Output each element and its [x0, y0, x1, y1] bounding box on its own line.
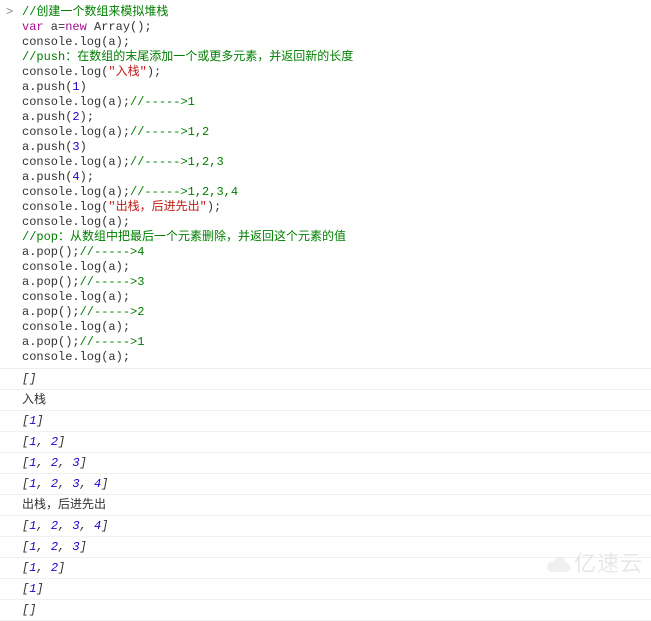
console-output-line[interactable]: [1] — [0, 411, 651, 432]
code-line: console.log(a); — [22, 34, 651, 49]
code-line: console.log(a); — [22, 214, 651, 229]
console-output-line[interactable]: [1, 2, 3, 4] — [0, 474, 651, 495]
console-output-line[interactable]: [1] — [0, 579, 651, 600]
code-line: //pop：从数组中把最后一个元素删除，并返回这个元素的值 — [22, 229, 651, 244]
code-line: console.log(a);//----->1,2 — [22, 124, 651, 139]
code-line: console.log(a); — [22, 289, 651, 304]
code-line: var a=new Array(); — [22, 19, 651, 34]
console-output-line[interactable]: [1, 2] — [0, 558, 651, 579]
console-output-line[interactable]: 入栈 — [0, 390, 651, 411]
console-output-line[interactable]: [1, 2] — [0, 432, 651, 453]
console-output-line[interactable]: [1, 2, 3] — [0, 453, 651, 474]
code-line: a.push(1) — [22, 79, 651, 94]
code-line: a.pop();//----->3 — [22, 274, 651, 289]
console-output-line[interactable]: [1, 2, 3] — [0, 537, 651, 558]
console-output-line[interactable]: [] — [0, 369, 651, 390]
code-line: a.push(3) — [22, 139, 651, 154]
code-line: a.pop();//----->2 — [22, 304, 651, 319]
console-output-line[interactable]: [] — [0, 600, 651, 621]
console-output-line[interactable]: [1, 2, 3, 4] — [0, 516, 651, 537]
code-line: console.log("入栈"); — [22, 64, 651, 79]
code-line: console.log(a);//----->1,2,3,4 — [22, 184, 651, 199]
code-line: console.log("出栈，后进先出"); — [22, 199, 651, 214]
code-line: console.log(a); — [22, 349, 651, 364]
code-line: console.log(a);//----->1 — [22, 94, 651, 109]
code-line: //创建一个数组来模拟堆栈 — [22, 4, 651, 19]
code-line: console.log(a); — [22, 259, 651, 274]
code-line: console.log(a); — [22, 319, 651, 334]
code-line: a.push(4); — [22, 169, 651, 184]
code-line: //push：在数组的末尾添加一个或更多元素，并返回新的长度 — [22, 49, 651, 64]
code-line: a.pop();//----->4 — [22, 244, 651, 259]
code-line: a.pop();//----->1 — [22, 334, 651, 349]
code-line: a.push(2); — [22, 109, 651, 124]
code-line: console.log(a);//----->1,2,3 — [22, 154, 651, 169]
console-output-line[interactable]: 出栈，后进先出 — [0, 495, 651, 516]
console-input-block[interactable]: > //创建一个数组来模拟堆栈 var a=new Array(); conso… — [0, 0, 651, 369]
console-prompt-icon: > — [6, 4, 13, 21]
